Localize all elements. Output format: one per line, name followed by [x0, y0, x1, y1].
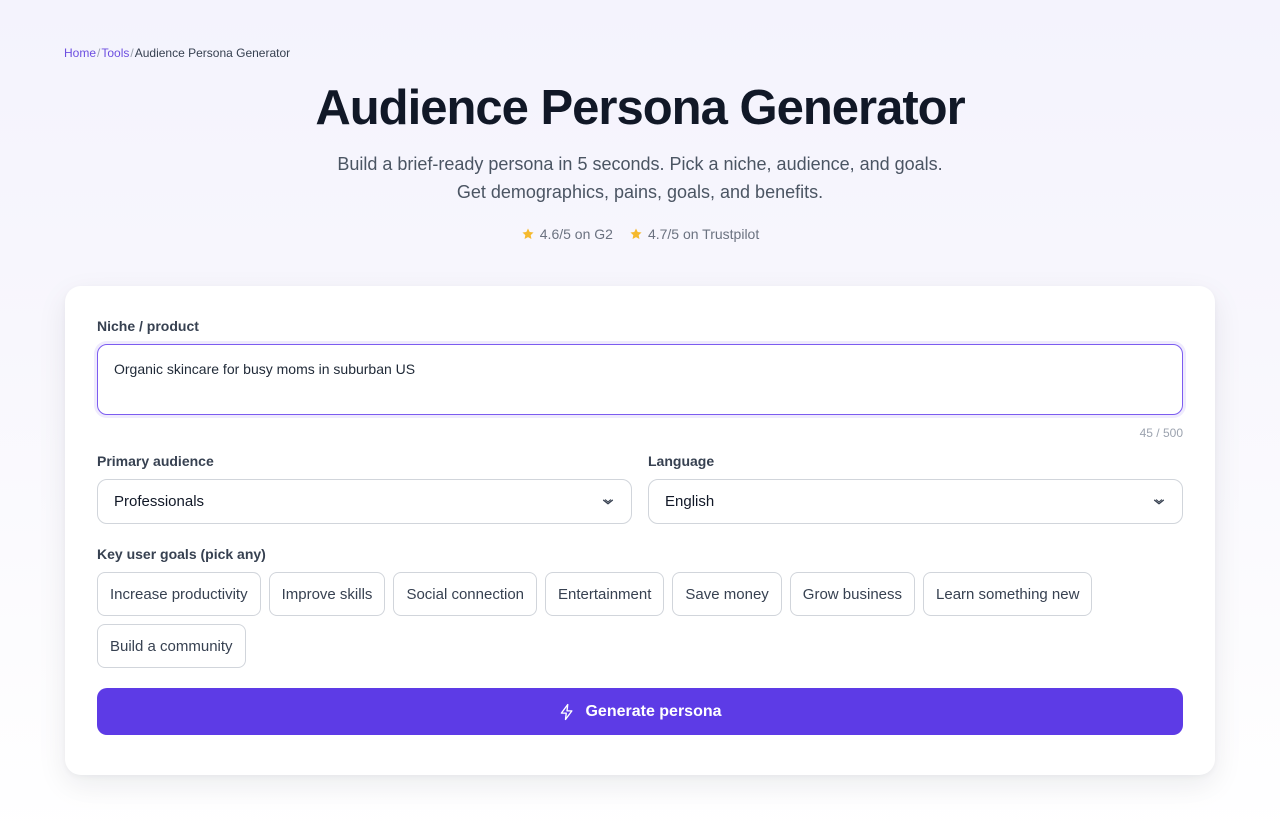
persona-form-card: Niche / product Organic skincare for bus…: [65, 286, 1215, 775]
generate-persona-button[interactable]: Generate persona: [97, 688, 1183, 735]
goal-chip[interactable]: Learn something new: [923, 572, 1093, 616]
rating-g2-text: 4.6/5 on G2: [539, 226, 613, 242]
language-select[interactable]: English: [648, 479, 1183, 524]
goals-label: Key user goals (pick any): [97, 546, 266, 562]
language-label: Language: [648, 453, 715, 469]
goal-chip[interactable]: Build a community: [97, 624, 246, 668]
chevron-down-icon: [602, 498, 614, 504]
language-value: English: [665, 493, 715, 510]
star-icon: [522, 228, 534, 240]
audience-label: Primary audience: [97, 453, 214, 469]
breadcrumb-current: Audience Persona Generator: [134, 46, 291, 60]
audience-value: Professionals: [114, 493, 205, 510]
goals-chip-group: Increase productivity Improve skills Soc…: [97, 572, 1097, 668]
audience-field: Primary audience Professionals: [97, 453, 632, 524]
breadcrumb-separator: /: [130, 46, 134, 60]
niche-value: Organic skincare for busy moms in suburb…: [114, 361, 416, 377]
goal-chip[interactable]: Save money: [672, 572, 782, 616]
page-subtitle: Build a brief-ready persona in 5 seconds…: [0, 150, 1280, 206]
subtitle-line-2: Get demographics, pains, goals, and bene…: [456, 182, 824, 202]
goal-chip[interactable]: Improve skills: [268, 572, 386, 616]
breadcrumb: Home/Tools/Audience Persona Generator: [64, 46, 290, 60]
niche-label: Niche / product: [97, 318, 199, 334]
rating-trustpilot: 4.7/5 on Trustpilot: [629, 226, 759, 242]
rating-g2: 4.6/5 on G2: [521, 226, 613, 242]
page-title: Audience Persona Generator: [315, 81, 965, 135]
breadcrumb-home-link[interactable]: Home: [64, 46, 96, 60]
rating-trustpilot-text: 4.7/5 on Trustpilot: [647, 226, 760, 242]
generate-persona-label: Generate persona: [585, 702, 722, 720]
ratings-row: 4.6/5 on G2 4.7/5 on Trustpilot: [0, 226, 1280, 242]
audience-select[interactable]: Professionals: [97, 479, 632, 524]
select-row: Primary audience Professionals Language …: [97, 453, 1183, 524]
star-icon: [630, 228, 642, 240]
goal-chip[interactable]: Grow business: [789, 572, 916, 616]
breadcrumb-separator: /: [97, 46, 101, 60]
goal-chip[interactable]: Increase productivity: [97, 572, 261, 616]
goal-chip[interactable]: Social connection: [393, 572, 538, 616]
character-counter: 45 / 500: [1139, 426, 1183, 440]
hero-section: Audience Persona Generator Build a brief…: [0, 78, 1280, 242]
goal-chip[interactable]: Entertainment: [545, 572, 665, 616]
language-field: Language English: [648, 453, 1183, 524]
subtitle-line-1: Build a brief-ready persona in 5 seconds…: [337, 154, 943, 174]
niche-textarea[interactable]: Organic skincare for busy moms in suburb…: [97, 344, 1183, 415]
breadcrumb-tools-link[interactable]: Tools: [101, 46, 129, 60]
chevron-down-icon: [1153, 498, 1165, 504]
lightning-bolt-icon: [561, 703, 574, 720]
